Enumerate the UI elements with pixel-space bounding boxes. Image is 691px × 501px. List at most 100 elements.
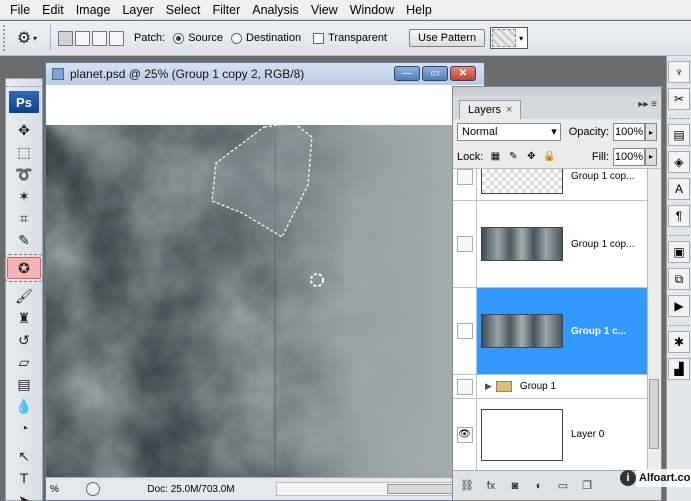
lock-transparent-icon[interactable]: ▦ xyxy=(489,151,501,163)
brushes-icon[interactable]: ✱ xyxy=(668,331,690,353)
menu-select[interactable]: Select xyxy=(160,0,207,20)
divider xyxy=(669,232,689,236)
menu-edit[interactable]: Edit xyxy=(36,0,70,20)
panel-header[interactable] xyxy=(453,87,661,95)
dodge-tool-icon[interactable]: ◔ xyxy=(7,417,41,439)
scrollbar-thumb[interactable] xyxy=(649,379,659,449)
toolbox-header[interactable] xyxy=(6,79,42,87)
visibility-box xyxy=(456,236,473,252)
adjustment-layer-icon[interactable]: ◐ xyxy=(531,478,547,494)
watermark: i Alfoart.com xyxy=(620,469,691,487)
close-icon[interactable]: × xyxy=(506,104,512,116)
menu-image[interactable]: Image xyxy=(70,0,117,20)
character-icon[interactable]: A xyxy=(668,178,690,200)
opacity-input[interactable]: 100% xyxy=(613,123,646,141)
gradient-tool-icon[interactable]: ▤ xyxy=(7,373,41,395)
menu-view[interactable]: View xyxy=(305,0,344,20)
horizontal-scrollbar[interactable] xyxy=(276,482,480,496)
path-selection-tool-icon[interactable]: ➤ xyxy=(7,489,41,501)
eraser-tool-icon[interactable]: ▱ xyxy=(7,351,41,373)
add-to-selection-button[interactable] xyxy=(75,30,90,46)
transparent-checkbox[interactable]: Transparent xyxy=(313,32,387,44)
opacity-slider-button[interactable]: ▸ xyxy=(645,123,657,141)
pen-tool-icon[interactable]: ↖ xyxy=(7,445,41,467)
pattern-picker[interactable]: ▾ xyxy=(490,27,529,49)
intersect-selection-button[interactable] xyxy=(109,30,124,46)
blend-mode-select[interactable]: Normal xyxy=(457,123,561,141)
layer-style-icon[interactable]: fx xyxy=(483,478,499,494)
visibility-toggle[interactable] xyxy=(453,201,477,287)
fill-input[interactable]: 100% xyxy=(613,147,645,166)
watermark-text: Alfoart.com xyxy=(639,472,691,484)
actions-icon[interactable]: ▶ xyxy=(668,295,690,317)
zoom-readout[interactable]: % xyxy=(46,484,86,495)
tools-icon[interactable]: ✂ xyxy=(668,88,690,110)
info-icon[interactable]: ▣ xyxy=(668,241,690,263)
fill-slider-button[interactable]: ▸ xyxy=(645,147,657,166)
canvas[interactable] xyxy=(46,85,484,478)
menu-help[interactable]: Help xyxy=(400,0,438,20)
source-label: Source xyxy=(188,32,224,44)
use-pattern-button[interactable]: Use Pattern xyxy=(409,29,486,47)
paragraph-icon[interactable]: ¶ xyxy=(668,205,690,227)
close-button[interactable]: ✕ xyxy=(450,66,476,81)
subtract-from-selection-button[interactable] xyxy=(92,30,107,46)
eyedropper-tool-icon[interactable]: ✎ xyxy=(7,229,41,251)
layer-row[interactable]: Group 1 cop... xyxy=(453,201,649,288)
visibility-toggle[interactable]: 👁 xyxy=(453,399,477,470)
layer-group-row[interactable]: ▶ Group 1 xyxy=(453,375,649,399)
link-layers-icon[interactable]: ⛓ xyxy=(459,478,475,494)
history-brush-tool-icon[interactable]: ↺ xyxy=(7,329,41,351)
expand-triangle-icon[interactable]: ▶ xyxy=(485,381,492,392)
tool-preset-picker[interactable]: ⚙ ▾ xyxy=(9,25,45,51)
panel-menu-icon[interactable]: ▸▸ ≡ xyxy=(638,99,657,110)
tab-layers[interactable]: Layers × xyxy=(459,100,522,119)
layers-dock-icon[interactable]: ◈ xyxy=(668,151,690,173)
blur-tool-icon[interactable]: 💧 xyxy=(7,395,41,417)
patch-tool-icon[interactable]: ✪ xyxy=(4,254,44,282)
layer-mask-icon[interactable]: ◙ xyxy=(507,478,523,494)
brush-tool-icon[interactable]: 🖌 xyxy=(7,285,41,307)
lock-all-icon[interactable]: 🔒 xyxy=(543,151,555,163)
menu-window[interactable]: Window xyxy=(344,0,400,20)
layer-row-selected[interactable]: 👁 Group 1 c... xyxy=(453,288,649,375)
source-radio[interactable]: Source xyxy=(173,32,223,44)
destination-radio[interactable]: Destination xyxy=(231,32,301,44)
navigator-icon[interactable]: ♆ xyxy=(668,61,690,83)
toolbox: Ps ✥ ⬚ ➰ ✶ ⌗ ✎ ✪ 🖌 ♜ ↺ ▱ ▤ 💧 ◔ ↖ T ➤ xyxy=(4,78,44,501)
maximize-button[interactable]: ▭ xyxy=(422,66,448,81)
visibility-toggle[interactable]: 👁 xyxy=(453,288,477,374)
crop-tool-icon[interactable]: ⌗ xyxy=(7,207,41,229)
history-icon[interactable]: ⧉ xyxy=(668,268,690,290)
menu-layer[interactable]: Layer xyxy=(116,0,159,20)
new-layer-icon[interactable]: ❐ xyxy=(579,478,595,494)
new-group-icon[interactable]: ▭ xyxy=(555,478,571,494)
minimize-button[interactable]: — xyxy=(394,66,420,81)
layer-row[interactable]: 👁 Layer 0 xyxy=(453,399,649,471)
lasso-tool-icon[interactable]: ➰ xyxy=(7,163,41,185)
doc-size: Doc: 25.0M/703.0M xyxy=(147,483,235,495)
visibility-toggle[interactable] xyxy=(453,375,477,398)
layers-scrollbar[interactable] xyxy=(647,169,661,472)
clone-stamp-tool-icon[interactable]: ♜ xyxy=(7,307,41,329)
window-controls: — ▭ ✕ xyxy=(394,66,476,81)
channels-icon[interactable]: ▤ xyxy=(668,124,690,146)
menu-analysis[interactable]: Analysis xyxy=(246,0,305,20)
magic-wand-tool-icon[interactable]: ✶ xyxy=(7,185,41,207)
new-selection-button[interactable] xyxy=(58,30,73,46)
layer-row[interactable]: Group 1 cop... xyxy=(453,169,649,201)
histogram-icon[interactable]: ▟ xyxy=(668,358,690,380)
lock-position-icon[interactable]: ✥ xyxy=(525,151,537,163)
type-tool-icon[interactable]: T xyxy=(7,467,41,489)
move-tool-icon[interactable]: ✥ xyxy=(7,119,41,141)
marquee-tool-icon[interactable]: ⬚ xyxy=(7,141,41,163)
visibility-toggle[interactable] xyxy=(453,169,477,200)
options-bar: ⚙ ▾ Patch: Source Destination Transparen… xyxy=(0,21,691,56)
status-menu-icon[interactable] xyxy=(86,482,100,496)
folder-icon xyxy=(495,381,512,392)
menu-filter[interactable]: Filter xyxy=(206,0,246,20)
menu-file[interactable]: File xyxy=(4,0,36,20)
document-titlebar[interactable]: planet.psd @ 25% (Group 1 copy 2, RGB/8)… xyxy=(46,63,484,85)
lock-pixels-icon[interactable]: ✎ xyxy=(507,151,519,163)
menu-bar: File Edit Image Layer Select Filter Anal… xyxy=(0,0,691,20)
